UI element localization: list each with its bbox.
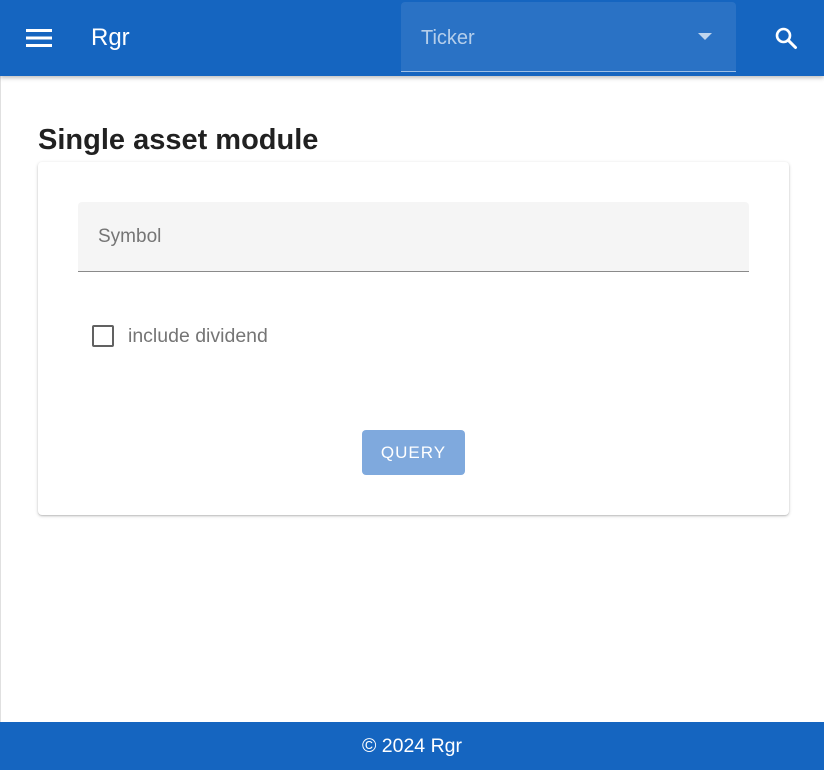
main-content: Single asset module Symbol include divid… — [0, 76, 824, 722]
menu-icon — [26, 29, 52, 47]
menu-button[interactable] — [18, 18, 60, 58]
page-title: Single asset module — [38, 124, 319, 156]
search-icon — [775, 27, 797, 49]
include-dividend-checkbox[interactable]: include dividend — [92, 324, 268, 348]
query-form-card: Symbol include dividend QUERY — [38, 162, 789, 515]
include-dividend-label: include dividend — [128, 325, 268, 347]
footer: © 2024 Rgr — [0, 722, 824, 770]
symbol-input-label: Symbol — [98, 226, 162, 247]
top-app-bar: Rgr Ticker — [0, 0, 824, 76]
ticker-select-label: Ticker — [421, 27, 475, 49]
ticker-select[interactable]: Ticker — [401, 2, 736, 72]
app-root: Rgr Ticker Single asset module Symbol in… — [0, 0, 824, 770]
checkbox-icon[interactable] — [92, 325, 114, 347]
query-button[interactable]: QUERY — [362, 430, 465, 475]
search-button[interactable] — [764, 16, 808, 60]
app-title: Rgr — [91, 24, 130, 51]
footer-copyright: © 2024 Rgr — [361, 734, 462, 757]
arrow-drop-down-icon — [698, 33, 712, 40]
symbol-input[interactable]: Symbol — [78, 202, 749, 272]
